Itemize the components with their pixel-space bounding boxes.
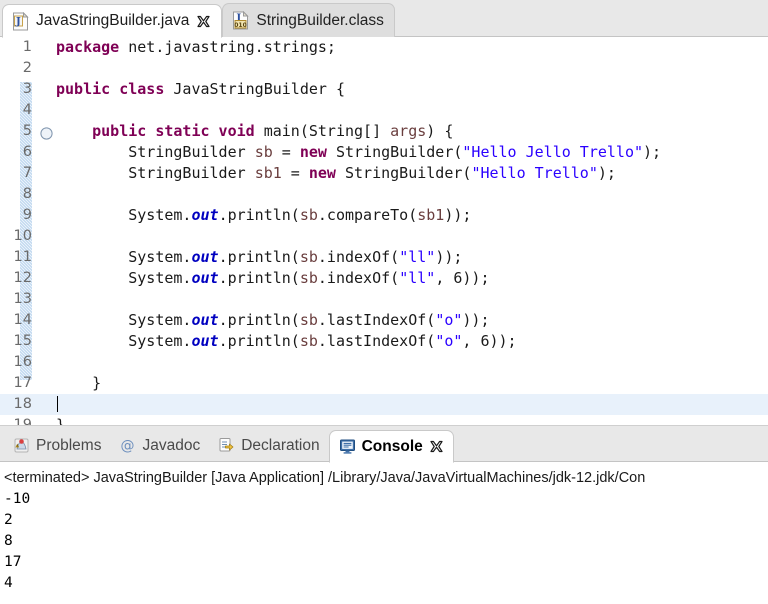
code-text: System.out.println(sb.lastIndexOf("o", 6… xyxy=(36,331,517,352)
tab-console[interactable]: Console xyxy=(329,430,454,463)
console-output-line: 8 xyxy=(4,531,768,552)
code-line[interactable]: 12 System.out.println(sb.indexOf("ll", 6… xyxy=(0,268,768,289)
code-text: public class JavaStringBuilder { xyxy=(36,79,345,100)
code-text: } xyxy=(36,415,65,426)
line-number: 3 xyxy=(0,79,36,100)
console-view[interactable]: <terminated> JavaStringBuilder [Java App… xyxy=(0,462,768,594)
console-output-line: 17 xyxy=(4,552,768,573)
text-caret xyxy=(57,396,58,412)
collapse-fold-icon[interactable] xyxy=(40,125,53,138)
code-text: } xyxy=(36,373,101,394)
editor-tab-stringbuilder-class[interactable]: J 010 StringBuilder.class xyxy=(222,3,395,37)
code-line[interactable]: 7 StringBuilder sb1 = new StringBuilder(… xyxy=(0,163,768,184)
line-number: 6 xyxy=(0,142,36,163)
code-line[interactable]: 8 xyxy=(0,184,768,205)
tab-label: Console xyxy=(362,438,423,456)
line-number: 1 xyxy=(0,37,36,58)
code-line[interactable]: 14 System.out.println(sb.lastIndexOf("o"… xyxy=(0,310,768,331)
code-line[interactable]: 1package net.javastring.strings; xyxy=(0,37,768,58)
svg-text:@: @ xyxy=(121,438,135,454)
tab-declaration[interactable]: Declaration xyxy=(209,429,328,462)
line-number: 7 xyxy=(0,163,36,184)
line-number: 5 xyxy=(0,121,36,142)
java-file-icon: J xyxy=(12,12,29,31)
javadoc-icon: @ xyxy=(119,437,136,454)
code-line[interactable]: 2 xyxy=(0,58,768,79)
console-output-line: 4 xyxy=(4,573,768,594)
svg-text:!: ! xyxy=(17,444,18,448)
line-number: 9 xyxy=(0,205,36,226)
code-text: System.out.println(sb.compareTo(sb1)); xyxy=(36,205,471,226)
line-number: 4 xyxy=(0,100,36,121)
code-line[interactable]: 10 xyxy=(0,226,768,247)
code-text: StringBuilder sb1 = new StringBuilder("H… xyxy=(36,163,616,184)
code-line[interactable]: 16 xyxy=(0,352,768,373)
line-number: 19 xyxy=(0,415,36,426)
tab-label: Declaration xyxy=(241,437,319,455)
line-number: 12 xyxy=(0,268,36,289)
problems-icon: ! xyxy=(13,437,30,454)
class-file-icon: J 010 xyxy=(232,11,249,30)
code-line[interactable]: 17 } xyxy=(0,373,768,394)
editor-tab-javastringbuilder-java[interactable]: J JavaStringBuilder.java xyxy=(2,4,222,38)
console-output: -1028174 xyxy=(4,488,768,594)
console-output-line: -10 xyxy=(4,489,768,510)
code-line[interactable]: 6 StringBuilder sb = new StringBuilder("… xyxy=(0,142,768,163)
svg-text:J: J xyxy=(15,16,21,27)
close-icon[interactable] xyxy=(196,14,211,29)
code-line[interactable]: 3public class JavaStringBuilder { xyxy=(0,79,768,100)
code-text: System.out.println(sb.indexOf("ll")); xyxy=(36,247,462,268)
line-number: 13 xyxy=(0,289,36,310)
line-number: 15 xyxy=(0,331,36,352)
line-number: 8 xyxy=(0,184,36,205)
line-number: 10 xyxy=(0,226,36,247)
code-text: public static void main(String[] args) { xyxy=(36,121,453,142)
declaration-icon xyxy=(218,437,235,454)
view-tab-bar: ! Problems @ Javadoc Declaration xyxy=(0,426,768,462)
code-text: System.out.println(sb.indexOf("ll", 6)); xyxy=(36,268,490,289)
code-line[interactable]: 18 xyxy=(0,394,768,415)
code-line[interactable]: 5 public static void main(String[] args)… xyxy=(0,121,768,142)
line-number: 11 xyxy=(0,247,36,268)
code-line[interactable]: 15 System.out.println(sb.lastIndexOf("o"… xyxy=(0,331,768,352)
console-output-line: 2 xyxy=(4,510,768,531)
code-text: System.out.println(sb.lastIndexOf("o")); xyxy=(36,310,490,331)
bottom-panel: ! Problems @ Javadoc Declaration xyxy=(0,426,768,604)
svg-text:010: 010 xyxy=(235,22,248,29)
line-number: 14 xyxy=(0,310,36,331)
code-text: package net.javastring.strings; xyxy=(36,37,336,58)
editor-tab-label: JavaStringBuilder.java xyxy=(36,13,189,29)
editor-tab-bar: J JavaStringBuilder.java J 010 StringBui… xyxy=(0,0,768,37)
close-icon[interactable] xyxy=(429,439,444,454)
code-line[interactable]: 13 xyxy=(0,289,768,310)
editor-tab-label: StringBuilder.class xyxy=(256,13,384,29)
code-text xyxy=(36,394,58,415)
tab-javadoc[interactable]: @ Javadoc xyxy=(110,429,209,462)
tab-problems[interactable]: ! Problems xyxy=(4,429,110,462)
line-number: 18 xyxy=(0,394,36,415)
code-text: StringBuilder sb = new StringBuilder("He… xyxy=(36,142,661,163)
code-line[interactable]: 19} xyxy=(0,415,768,426)
console-launch-header: <terminated> JavaStringBuilder [Java App… xyxy=(4,468,768,488)
console-icon xyxy=(339,438,356,455)
code-line[interactable]: 9 System.out.println(sb.compareTo(sb1)); xyxy=(0,205,768,226)
code-editor[interactable]: 1package net.javastring.strings;23public… xyxy=(0,37,768,426)
line-number: 17 xyxy=(0,373,36,394)
code-line[interactable]: 4 xyxy=(0,100,768,121)
line-number: 16 xyxy=(0,352,36,373)
tab-label: Problems xyxy=(36,437,101,455)
code-lines[interactable]: 1package net.javastring.strings;23public… xyxy=(0,37,768,426)
code-line[interactable]: 11 System.out.println(sb.indexOf("ll")); xyxy=(0,247,768,268)
line-number: 2 xyxy=(0,58,36,79)
tab-label: Javadoc xyxy=(142,437,200,455)
